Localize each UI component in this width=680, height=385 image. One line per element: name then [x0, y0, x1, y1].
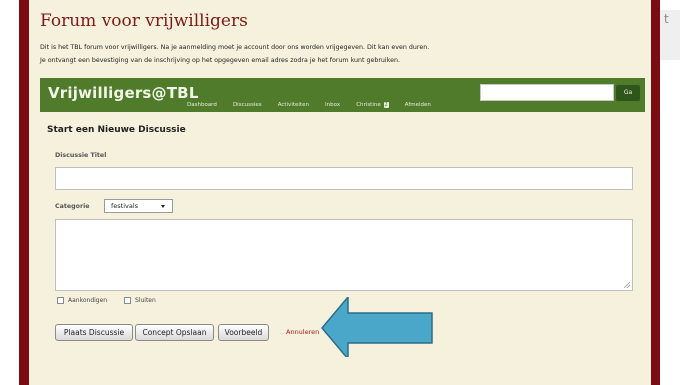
discussion-title-input[interactable] [55, 167, 633, 190]
nav-link-dashboard[interactable]: Dashboard [187, 102, 217, 108]
search-go-button[interactable]: Ga [616, 85, 640, 101]
side-widget: t [660, 10, 680, 60]
nav-link-discussies[interactable]: Discussies [233, 102, 262, 108]
nav-links: Dashboard Discussies Activiteiten Inbox … [187, 91, 442, 110]
form-heading: Start een Nieuwe Discussie [47, 125, 186, 135]
dropdown-arrow-icon [161, 205, 165, 208]
intro-line-1: Dit is het TBL forum voor vrijwilligers.… [40, 44, 430, 51]
announce-checkbox[interactable] [57, 297, 64, 304]
preview-button[interactable]: Voorbeeld [218, 324, 269, 341]
nav-link-profile-label: Christine [356, 102, 381, 108]
close-label: Sluiten [135, 297, 156, 304]
nav-link-inbox[interactable]: Inbox [325, 102, 340, 108]
title-label: Discussie Titel [55, 152, 107, 159]
category-select[interactable]: festivals [104, 199, 173, 213]
side-widget-letter: t [664, 12, 669, 26]
navbar-brand[interactable]: Vrijwilligers@TBL [48, 84, 199, 102]
search-input[interactable] [480, 84, 614, 101]
category-select-value: festivals [111, 202, 139, 210]
notification-badge: 2 [383, 102, 389, 108]
category-label: Categorie [55, 203, 90, 210]
callout-arrow-icon [321, 297, 433, 357]
cancel-link[interactable]: Annuleren [286, 328, 319, 336]
discussion-body-textarea[interactable] [55, 219, 633, 291]
save-draft-button[interactable]: Concept Opslaan [135, 324, 214, 341]
resize-grip-icon[interactable] [624, 282, 630, 288]
announce-label: Aankondigen [68, 297, 108, 304]
site-intro: Dit is het TBL forum voor vrijwilligers.… [40, 41, 640, 67]
navbar: Vrijwilligers@TBL Dashboard Discussies A… [40, 78, 645, 112]
close-checkbox[interactable] [124, 297, 131, 304]
nav-link-profile[interactable]: Christine 2 [356, 102, 389, 108]
nav-link-afmelden[interactable]: Afmelden [405, 102, 431, 108]
intro-line-2: Je ontvangt een bevestiging van de insch… [40, 57, 400, 64]
site-title: Forum voor vrijwilligers [40, 11, 248, 31]
post-discussion-button[interactable]: Plaats Discussie [55, 324, 133, 341]
nav-link-activiteiten[interactable]: Activiteiten [278, 102, 309, 108]
